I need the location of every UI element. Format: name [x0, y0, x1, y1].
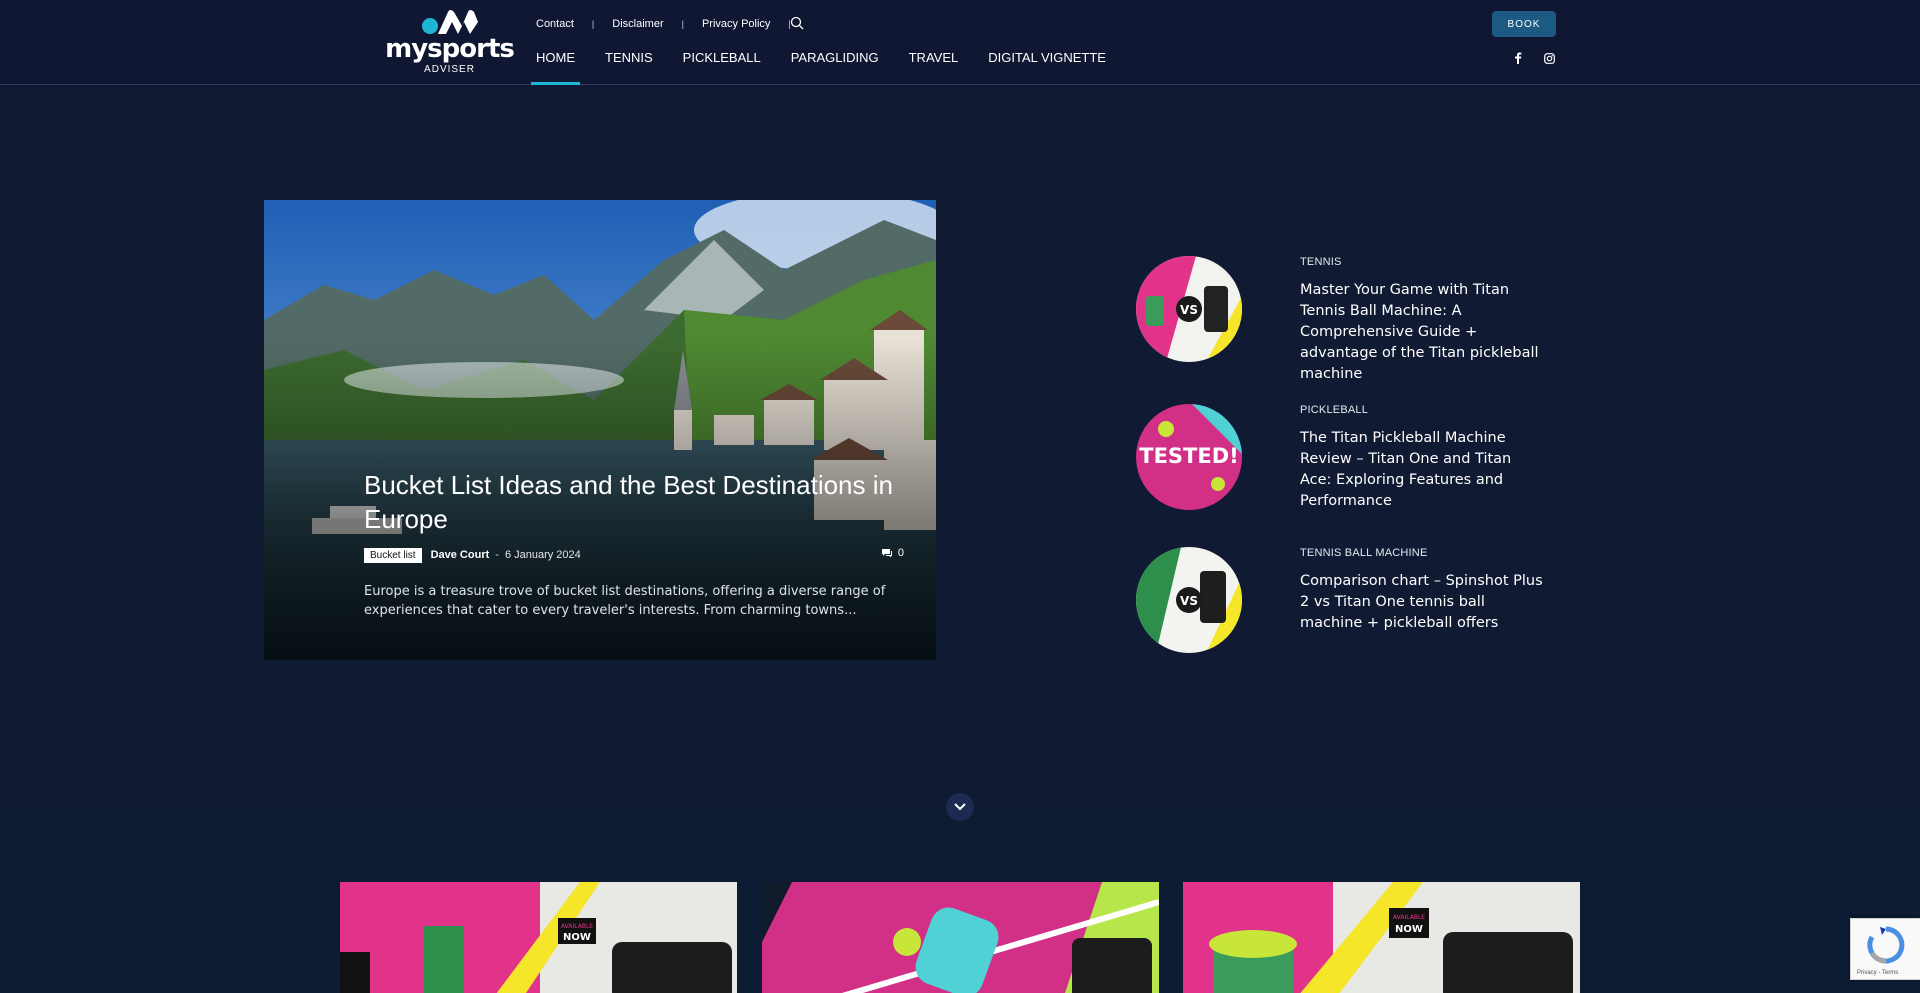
featured-post-excerpt: Europe is a treasure trove of bucket lis… — [364, 584, 886, 618]
thumb-tested-label: TESTED! — [1139, 444, 1238, 468]
separator: | — [681, 19, 684, 29]
separator: | — [591, 19, 595, 29]
post-title[interactable]: Comparison chart – Spinshot Plus 2 vs Ti… — [1300, 571, 1545, 634]
chevron-down-icon — [954, 803, 966, 811]
instagram-icon[interactable] — [1542, 51, 1556, 65]
logo-mark-icon — [422, 10, 478, 34]
meta-separator: - — [495, 549, 499, 561]
post-date: 6 January 2024 — [504, 549, 581, 561]
nav-travel[interactable]: TRAVEL — [904, 50, 964, 85]
featured-post[interactable]: Bucket List Ideas and the Best Destinati… — [264, 200, 936, 660]
main-nav: HOME TENNIS PICKLEBALL PARAGLIDING TRAVE… — [531, 50, 1131, 85]
recaptcha-icon — [1867, 926, 1905, 964]
post-card-image[interactable]: AVAILABLE NOW — [340, 882, 737, 993]
author-name[interactable]: Dave Court — [431, 549, 490, 561]
available-label: AVAILABLE — [1393, 914, 1425, 921]
book-button[interactable]: BOOK — [1492, 11, 1556, 37]
facebook-icon[interactable] — [1511, 51, 1525, 65]
comment-count[interactable]: 0 — [881, 547, 904, 559]
featured-post-title[interactable]: Bucket List Ideas and the Best Destinati… — [364, 468, 904, 536]
comment-count-value: 0 — [897, 547, 904, 559]
post-card-image[interactable]: AVAILABLE NOW — [1183, 882, 1580, 993]
post-card-image[interactable] — [762, 882, 1159, 993]
recaptcha-links[interactable]: Privacy - Terms — [1857, 970, 1898, 976]
available-label: AVAILABLE — [561, 923, 593, 930]
post-category[interactable]: TENNIS BALL MACHINE — [1300, 547, 1427, 559]
scroll-down-button[interactable] — [946, 793, 974, 821]
contact-link[interactable]: Contact — [536, 18, 574, 30]
top-links: Contact | Disclaimer | Privacy Policy | — [536, 16, 809, 32]
logo-wordmark: mysports — [385, 34, 515, 64]
site-logo[interactable]: mysports ADVISER — [377, 8, 522, 76]
site-header: mysports ADVISER Contact | Disclaimer | … — [0, 0, 1920, 85]
nav-home[interactable]: HOME — [531, 50, 580, 85]
recaptcha-badge[interactable]: Privacy - Terms — [1850, 918, 1920, 980]
now-label: NOW — [563, 932, 591, 943]
side-post[interactable]: VS TENNIS Master Your Game with Titan Te… — [1116, 256, 1552, 386]
search-icon[interactable] — [790, 16, 804, 30]
nav-digital-vignette[interactable]: DIGITAL VIGNETTE — [983, 50, 1111, 85]
comment-icon — [881, 549, 892, 558]
side-post[interactable]: VS TENNIS BALL MACHINE Comparison chart … — [1116, 547, 1552, 677]
now-label: NOW — [1395, 924, 1423, 935]
disclaimer-link[interactable]: Disclaimer — [612, 18, 663, 30]
post-meta: Bucket list Dave Court - 6 January 2024 … — [364, 546, 904, 564]
category-tag[interactable]: Bucket list — [364, 547, 422, 563]
post-thumbnail[interactable]: TESTED! — [1136, 404, 1242, 510]
thumb-vs-label: VS — [1180, 594, 1198, 608]
post-title[interactable]: Master Your Game with Titan Tennis Ball … — [1300, 280, 1545, 385]
post-thumbnail[interactable]: VS — [1136, 547, 1242, 653]
post-title[interactable]: The Titan Pickleball Machine Review – Ti… — [1300, 428, 1545, 512]
post-category[interactable]: TENNIS — [1300, 256, 1342, 268]
privacy-policy-link[interactable]: Privacy Policy — [702, 18, 770, 30]
thumb-vs-label: VS — [1180, 303, 1198, 317]
post-thumbnail[interactable]: VS — [1136, 256, 1242, 362]
side-post[interactable]: TESTED! PICKLEBALL The Titan Pickleball … — [1116, 404, 1552, 534]
post-category[interactable]: PICKLEBALL — [1300, 404, 1368, 416]
nav-pickleball[interactable]: PICKLEBALL — [678, 50, 766, 85]
nav-paragliding[interactable]: PARAGLIDING — [786, 50, 884, 85]
logo-subtitle: ADVISER — [424, 64, 475, 75]
nav-tennis[interactable]: TENNIS — [600, 50, 658, 85]
